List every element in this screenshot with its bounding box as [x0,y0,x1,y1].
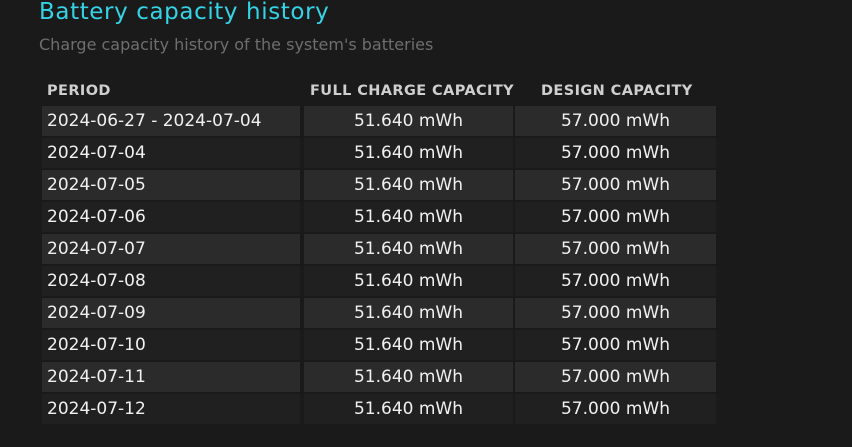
table-row: 2024-07-09 51.640 mWh 57.000 mWh [42,298,716,328]
period-cell: 2024-07-10 [42,330,300,360]
period-cell: 2024-07-08 [42,266,300,296]
table-body: 2024-06-27 - 2024-07-04 51.640 mWh 57.000 … [42,106,716,424]
table-row: 2024-07-04 51.640 mWh 57.000 mWh [42,138,716,168]
period-cell: 2024-07-11 [42,362,300,392]
period-cell: 2024-06-27 - 2024-07-04 [42,106,300,136]
column-header-design-capacity: DESIGN CAPACITY [541,83,693,99]
full-charge-capacity-cell: 51.640 mWh [304,202,513,232]
table-row: 2024-07-08 51.640 mWh 57.000 mWh [42,266,716,296]
full-charge-capacity-cell: 51.640 mWh [304,298,513,328]
period-cell: 2024-07-05 [42,170,300,200]
design-capacity-cell: 57.000 mWh [515,266,716,296]
design-capacity-cell: 57.000 mWh [515,234,716,264]
table-row: 2024-07-10 51.640 mWh 57.000 mWh [42,330,716,360]
full-charge-capacity-cell: 51.640 mWh [304,362,513,392]
design-capacity-cell: 57.000 mWh [515,330,716,360]
full-charge-capacity-cell: 51.640 mWh [304,138,513,168]
period-cell: 2024-07-06 [42,202,300,232]
design-capacity-cell: 57.000 mWh [515,138,716,168]
period-cell: 2024-07-09 [42,298,300,328]
table-row: 2024-07-05 51.640 mWh 57.000 mWh [42,170,716,200]
design-capacity-cell: 57.000 mWh [515,394,716,424]
page-subtitle: Charge capacity history of the system's … [39,35,434,54]
table-row: 2024-07-06 51.640 mWh 57.000 mWh [42,202,716,232]
capacity-history-table: PERIOD FULL CHARGE CAPACITY DESIGN CAPAC… [42,80,716,426]
period-cell: 2024-07-07 [42,234,300,264]
table-row: 2024-06-27 - 2024-07-04 51.640 mWh 57.000 … [42,106,716,136]
design-capacity-cell: 57.000 mWh [515,106,716,136]
full-charge-capacity-cell: 51.640 mWh [304,266,513,296]
design-capacity-cell: 57.000 mWh [515,202,716,232]
page-title: Battery capacity history [39,0,330,25]
report-page: Battery capacity history Charge capacity… [0,0,852,447]
full-charge-capacity-cell: 51.640 mWh [304,234,513,264]
design-capacity-cell: 57.000 mWh [515,362,716,392]
table-row: 2024-07-12 51.640 mWh 57.000 mWh [42,394,716,424]
column-header-period: PERIOD [47,83,111,99]
table-header-row: PERIOD FULL CHARGE CAPACITY DESIGN CAPAC… [42,80,716,106]
full-charge-capacity-cell: 51.640 mWh [304,170,513,200]
table-row: 2024-07-11 51.640 mWh 57.000 mWh [42,362,716,392]
design-capacity-cell: 57.000 mWh [515,170,716,200]
table-row: 2024-07-07 51.640 mWh 57.000 mWh [42,234,716,264]
period-cell: 2024-07-12 [42,394,300,424]
period-cell: 2024-07-04 [42,138,300,168]
design-capacity-cell: 57.000 mWh [515,298,716,328]
column-header-full-charge-capacity: FULL CHARGE CAPACITY [310,83,515,99]
full-charge-capacity-cell: 51.640 mWh [304,106,513,136]
full-charge-capacity-cell: 51.640 mWh [304,330,513,360]
full-charge-capacity-cell: 51.640 mWh [304,394,513,424]
